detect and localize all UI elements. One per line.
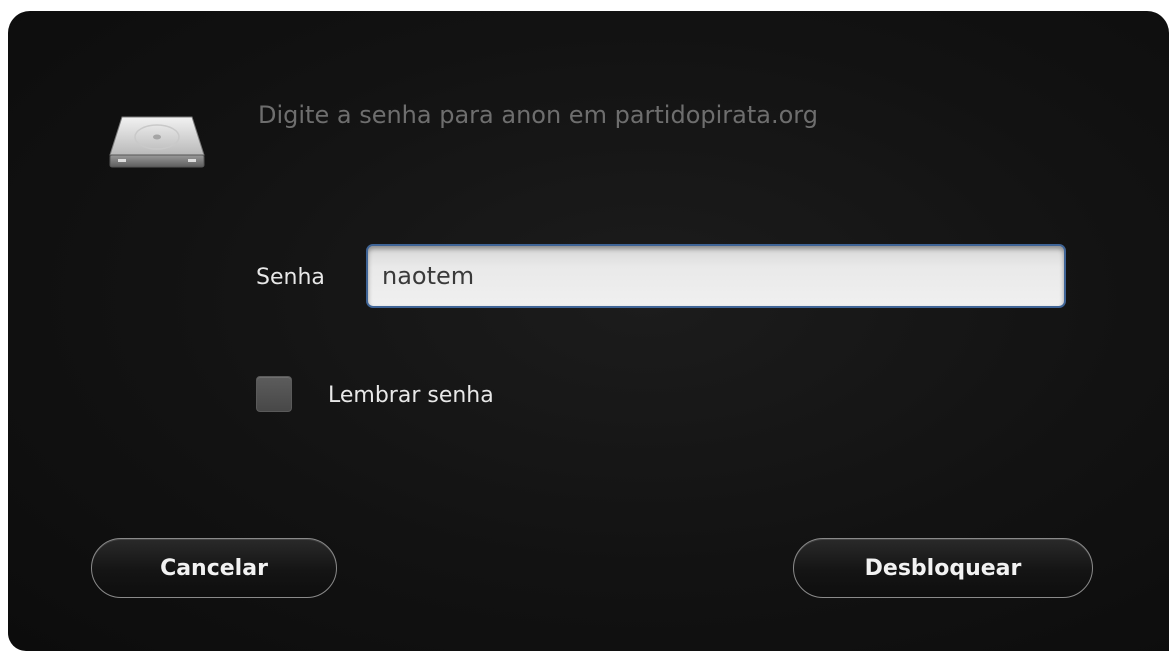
drive-icon	[108, 111, 206, 171]
dialog-title: Digite a senha para anon em partidopirat…	[258, 101, 818, 129]
cancel-button[interactable]: Cancelar	[91, 538, 337, 598]
remember-password-label[interactable]: Lembrar senha	[328, 383, 494, 408]
password-dialog: Digite a senha para anon em partidopirat…	[8, 11, 1169, 651]
password-label: Senha	[256, 265, 325, 290]
password-field[interactable]	[366, 244, 1066, 308]
unlock-button-label: Desbloquear	[864, 555, 1022, 581]
cancel-button-label: Cancelar	[160, 555, 268, 581]
unlock-button[interactable]: Desbloquear	[793, 538, 1093, 598]
remember-password-checkbox[interactable]	[256, 376, 292, 412]
